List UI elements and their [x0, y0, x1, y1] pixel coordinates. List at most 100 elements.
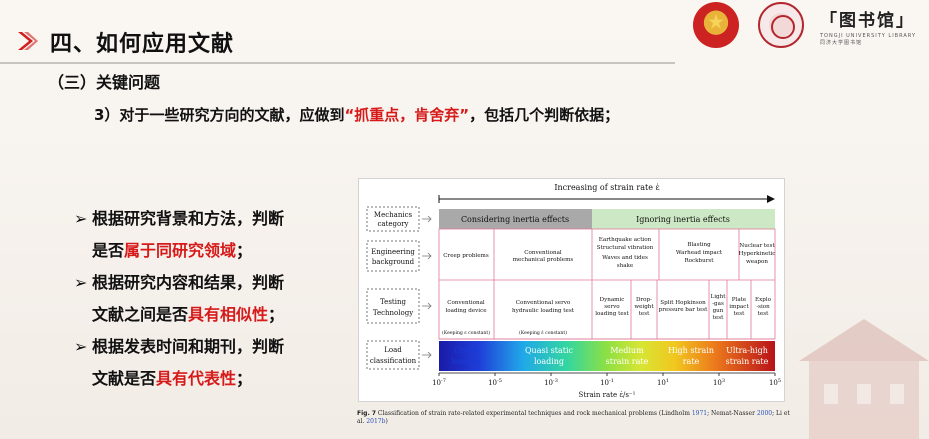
caption-label: Fig. 7 — [357, 410, 376, 417]
engineering-cell-text: weapon — [746, 259, 768, 265]
load-label: loading — [534, 357, 564, 366]
testing-cell-text: gun — [713, 308, 724, 314]
axis-ticks: 10-7 10-5 10-3 10-1 101 103 105 — [432, 373, 781, 387]
list-item-prefix: 文献是否 — [92, 369, 157, 388]
row-label-line: Engineering — [371, 248, 415, 256]
list-item-suffix: ； — [268, 305, 285, 324]
row-arrow-icon — [422, 302, 432, 310]
list-item: ➢ 根据研究背景和方法，判断 是否属于同研究领域； — [74, 203, 334, 267]
engineering-cell-text: mechanical problems — [513, 257, 574, 263]
list-item: ➢ 根据研究内容和结果，判断 文献之间是否具有相似性； — [74, 267, 334, 331]
testing-cell-text: Plate — [732, 297, 747, 303]
row-label-line: Testing — [380, 298, 406, 306]
caption-ref-link[interactable]: 2017b — [366, 418, 385, 425]
figure-caption: Fig. 7 Classification of strain rate-rel… — [357, 410, 797, 426]
row-label-line: Load — [384, 346, 402, 354]
load-label: rate — [683, 357, 700, 366]
load-label: Medium — [610, 346, 644, 355]
list-item-line1: 根据研究内容和结果，判断 — [92, 273, 285, 292]
row-label-mechanics: Mechanics category — [366, 206, 420, 232]
engineering-cell-text: Hyperkinetic — [739, 251, 776, 257]
testing-cell-text: -sion — [756, 304, 770, 310]
caption-ref-link[interactable]: 1971 — [692, 410, 707, 417]
chevron-right-icon — [18, 32, 38, 50]
key-point: 3）对于一些研究方向的文献，应做到“抓重点，肯舍弃”，包括几个判断依据； — [94, 104, 619, 125]
row-arrow-icon — [422, 351, 432, 359]
load-label: loading — [451, 357, 481, 366]
list-item-highlight: 具有相似性 — [188, 305, 269, 324]
list-item-line1: 根据研究背景和方法，判断 — [92, 209, 285, 228]
testing-cell-text: test — [758, 311, 769, 317]
axis-tick-label: 101 — [657, 378, 669, 387]
ignoring-inertia-label: Ignoring inertia effects — [636, 215, 730, 224]
caption-text: Classification of strain rate-related ex… — [376, 410, 692, 417]
section-title: 四、如何应用文献 — [50, 32, 235, 57]
row-label-engineering: Engineering background — [366, 240, 420, 272]
testing-cell-text: test — [639, 311, 650, 317]
list-item-highlight: 具有代表性 — [156, 369, 237, 388]
axis-tick-label: 10-1 — [600, 378, 614, 387]
youth-league-emblem — [693, 2, 739, 48]
engineering-cell-text: Nuclear test — [739, 243, 775, 249]
testing-cell-text: servo — [604, 304, 620, 310]
engineering-cell-text: Blasting — [687, 242, 711, 248]
list-item: ➢ 根据发表时间和期刊，判断 文献是否具有代表性； — [74, 331, 334, 395]
list-item-suffix: ； — [236, 241, 253, 260]
axis-tick-label: 105 — [769, 378, 781, 387]
list-item-prefix: 是否 — [92, 241, 125, 260]
building-illustration — [799, 319, 929, 439]
increase-arrow-head-icon — [767, 195, 775, 203]
row-label-line: Mechanics — [374, 211, 413, 219]
key-point-prefix: 3）对于一些研究方向的文献，应做到 — [94, 106, 345, 124]
testing-cell-text: Split Hopkinson — [660, 300, 706, 306]
load-label: strain rate — [726, 357, 769, 366]
caption-text: ) — [385, 418, 388, 425]
key-point-highlight: “抓重点，肯舍弃” — [344, 106, 470, 124]
testing-cell-text: Conventional servo — [516, 300, 571, 306]
considering-inertia-label: Considering inertia effects — [461, 215, 569, 224]
axis-tick-label: 10-7 — [432, 378, 446, 387]
testing-cell-note: (Keeping ε constant) — [442, 329, 490, 336]
testing-cell-text: Explo — [755, 297, 772, 303]
testing-cell-text: hydraulic loading test — [512, 308, 575, 314]
testing-cell-text: Drop- — [636, 297, 652, 303]
row-arrow-icon — [422, 215, 432, 223]
list-item-highlight: 属于同研究领域 — [124, 241, 237, 260]
testing-cell-text: test — [713, 315, 724, 321]
key-point-suffix: ，包括几个判断依据； — [469, 106, 620, 124]
caption-ref-link[interactable]: 2000 — [757, 410, 772, 417]
axis-tick-label: 103 — [713, 378, 725, 387]
load-label: Quasi static — [525, 346, 574, 355]
engineering-cell-text: Earthquake action — [599, 237, 652, 243]
row-label-testing: Testing Technology — [366, 288, 420, 324]
testing-cell-text: impact — [729, 304, 749, 310]
engineering-cell-text: shake — [617, 263, 634, 269]
arrow-bullet-icon: ➢ — [74, 209, 88, 228]
testing-cell-text: Conventional — [447, 300, 485, 306]
library-logo: 「图书馆」 TONGJI UNIVERSITY LIBRARY 同济大学图书馆 — [820, 6, 920, 46]
strain-rate-diagram: Increasing of strain rate ε̇ Mechanics c… — [366, 183, 781, 399]
testing-cell-text: Light — [711, 294, 727, 300]
university-seal — [758, 2, 804, 48]
header-divider — [0, 62, 675, 64]
engineering-cell-text: Conventional — [524, 250, 562, 256]
engineering-cell-text: Creep problems — [443, 253, 489, 259]
testing-cell-text: pressure bar test — [659, 307, 708, 313]
testing-cell-text: loading device — [445, 308, 487, 314]
list-item-line1: 根据发表时间和期刊，判断 — [92, 337, 285, 356]
axis-tick-label: 10-3 — [544, 378, 558, 387]
strain-rate-direction-label: Increasing of strain rate ε̇ — [554, 183, 659, 192]
criteria-list: ➢ 根据研究背景和方法，判断 是否属于同研究领域； ➢ 根据研究内容和结果，判断 文… — [74, 203, 334, 395]
engineering-cell-text: Rockburst — [684, 258, 714, 264]
load-label: strain rate — [606, 357, 649, 366]
load-gradient-bar — [439, 341, 775, 371]
testing-cell-note: (Keeping ε̇ constant) — [519, 329, 567, 336]
library-logo-chinese: 同济大学图书馆 — [820, 40, 863, 46]
axis-tick-label: 10-5 — [488, 378, 502, 387]
row-label-line: category — [377, 220, 408, 228]
row-arrow-icon — [422, 252, 432, 260]
load-label: Ultra-high — [726, 346, 768, 355]
list-item-suffix: ； — [236, 369, 253, 388]
engineering-cell-text: Structural vibration — [597, 245, 654, 251]
arrow-bullet-icon: ➢ — [74, 337, 88, 356]
